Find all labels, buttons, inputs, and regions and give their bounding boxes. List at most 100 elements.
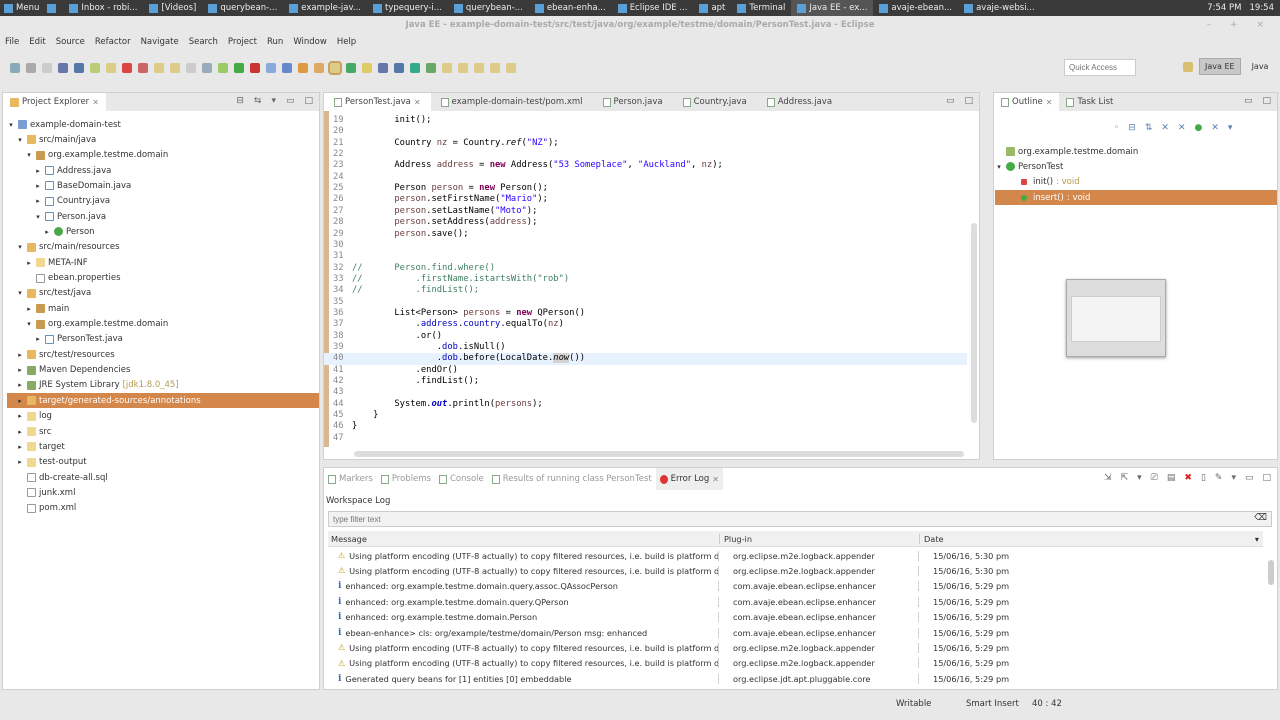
outline-item[interactable]: init() : void [995,175,1277,190]
outline-item[interactable]: org.example.testme.domain [995,144,1277,159]
collapsed-arrow-icon[interactable]: ▸ [25,305,33,313]
close-icon[interactable]: ✕ [712,475,719,484]
tab-outline[interactable]: Outline ✕ [994,93,1060,111]
tab-results-of-running-class-persontest[interactable]: Results of running class PersonTest [488,468,656,490]
taskbar-item[interactable]: [Videos] [143,0,202,16]
expanded-arrow-icon[interactable]: ▾ [25,320,33,328]
tree-item[interactable]: ▸ PersonTest.java [7,332,319,347]
menu-navigate[interactable]: Navigate [136,34,184,50]
collapsed-arrow-icon[interactable]: ▸ [43,228,51,236]
clock[interactable]: 7:54 PM [1207,3,1241,13]
toolbar-button-icon[interactable] [328,61,342,75]
taskbar-item[interactable]: ebean-enha... [529,0,612,16]
close-icon[interactable]: ✕ [1046,98,1053,107]
expanded-arrow-icon[interactable]: ▾ [16,289,24,297]
tree-item[interactable]: ▸ target [7,439,319,454]
toolbar-button-icon[interactable] [298,63,308,73]
taskbar-item[interactable]: Eclipse IDE ... [612,0,694,16]
tree-item[interactable]: ▸ Person [7,224,319,239]
maximize-icon[interactable]: □ [304,96,313,106]
collapsed-arrow-icon[interactable]: ▸ [16,458,24,466]
tree-item[interactable]: ▸ Country.java [7,194,319,209]
taskbar-item[interactable]: avaje-ebean... [873,0,958,16]
toolbar-button-icon[interactable] [250,63,260,73]
arrow-icon[interactable]: ▾ [995,163,1003,171]
toolbar-button-icon[interactable] [186,63,196,73]
collapsed-arrow-icon[interactable]: ▸ [16,428,24,436]
filter-input[interactable] [328,511,1272,527]
menu-project[interactable]: Project [223,34,262,50]
toolbar-button-icon[interactable] [282,63,292,73]
toolbar-button-icon[interactable] [202,63,212,73]
minimize-icon[interactable]: ▭ [1245,473,1254,483]
collapsed-arrow-icon[interactable]: ▸ [16,397,24,405]
horizontal-scrollbar[interactable] [354,451,964,457]
expanded-arrow-icon[interactable]: ▾ [16,243,24,251]
toolbar-button-icon[interactable] [122,63,132,73]
maximize-icon[interactable]: □ [1262,96,1271,106]
tree-item[interactable]: db-create-all.sql [7,470,319,485]
log-row[interactable]: ⚠ Using platform encoding (UTF-8 actually… [328,640,1263,655]
tree-item[interactable]: pom.xml [7,501,319,516]
column-date[interactable]: Date [920,534,1255,544]
tree-item[interactable]: ▾ example-domain-test [7,117,319,132]
collapsed-arrow-icon[interactable]: ▸ [16,412,24,420]
maximize-icon[interactable]: □ [964,96,973,106]
tab-markers[interactable]: Markers [324,468,377,490]
taskbar-item[interactable]: querybean-... [202,0,283,16]
collapse-all-icon[interactable]: ⊟ [236,96,244,106]
taskbar-item[interactable]: typequery-i... [367,0,448,16]
toolbar-button-icon[interactable] [266,63,276,73]
log-row[interactable]: i enhanced: org.example.testme.domain.Per… [328,610,1263,625]
editor-tab[interactable]: example-domain-test/pom.xml [431,93,593,111]
tree-item[interactable]: ebean.properties [7,271,319,286]
collapsed-arrow-icon[interactable]: ▸ [34,182,42,190]
collapsed-arrow-icon[interactable]: ▸ [34,197,42,205]
tab-task-list[interactable]: Task List [1059,93,1120,111]
toolbar-button-icon[interactable] [394,63,404,73]
tree-item[interactable]: ▸ main [7,301,319,316]
collapsed-arrow-icon[interactable]: ▸ [16,443,24,451]
toolbar-button-icon[interactable] [26,63,36,73]
taskbar-item[interactable]: Inbox - robi... [63,0,143,16]
export-log-icon[interactable]: ⇲ [1104,473,1112,483]
window-controls[interactable]: – + × [1207,16,1272,34]
expanded-arrow-icon[interactable]: ▾ [16,136,24,144]
tab-problems[interactable]: Problems [377,468,435,490]
log-scrollbar[interactable] [1268,560,1274,585]
toolbar-button-icon[interactable] [442,63,452,73]
toolbar-button-icon[interactable] [426,63,436,73]
minimize-icon[interactable]: ▭ [286,96,295,106]
import-log-icon[interactable]: ⇱ [1121,473,1129,483]
toolbar-button-icon[interactable] [378,63,388,73]
collapsed-arrow-icon[interactable]: ▸ [16,366,24,374]
tree-item[interactable]: ▸ src [7,424,319,439]
editor-tab[interactable]: Address.java [757,93,842,111]
toolbar-button-icon[interactable] [490,63,500,73]
menu-help[interactable]: Help [332,34,361,50]
tree-item[interactable]: ▾ src/main/resources [7,240,319,255]
toolbar-button-icon[interactable] [474,63,484,73]
menu-source[interactable]: Source [51,34,90,50]
menu-file[interactable]: File [0,34,24,50]
outline-item[interactable]: ▾ PersonTest [995,159,1277,174]
tree-item[interactable]: ▾ org.example.testme.domain [7,148,319,163]
taskbar-item[interactable]: querybean-... [448,0,529,16]
collapsed-arrow-icon[interactable]: ▸ [25,259,33,267]
sort-icon[interactable]: ⇅ [1145,123,1153,133]
collapse-all-icon[interactable]: ⊟ [1128,123,1136,133]
minimize-icon[interactable]: ▭ [1244,96,1253,106]
editor-tab[interactable]: Person.java [593,93,673,111]
open-perspective-icon[interactable] [1183,61,1193,72]
menu-search[interactable]: Search [184,34,223,50]
perspective-java-ee[interactable]: Java EE [1199,58,1241,75]
tree-item[interactable]: ▾ src/test/java [7,286,319,301]
menu-run[interactable]: Run [262,34,288,50]
menu-edit[interactable]: Edit [24,34,50,50]
tree-item[interactable]: ▸ test-output [7,455,319,470]
tree-item[interactable]: ▸ Maven Dependencies [7,363,319,378]
delete-log-icon[interactable]: ✖ [1184,473,1192,483]
view-menu-icon[interactable]: ▾ [1231,473,1236,483]
editor-tab[interactable]: Country.java [673,93,757,111]
taskbar-item[interactable]: example-jav... [283,0,367,16]
